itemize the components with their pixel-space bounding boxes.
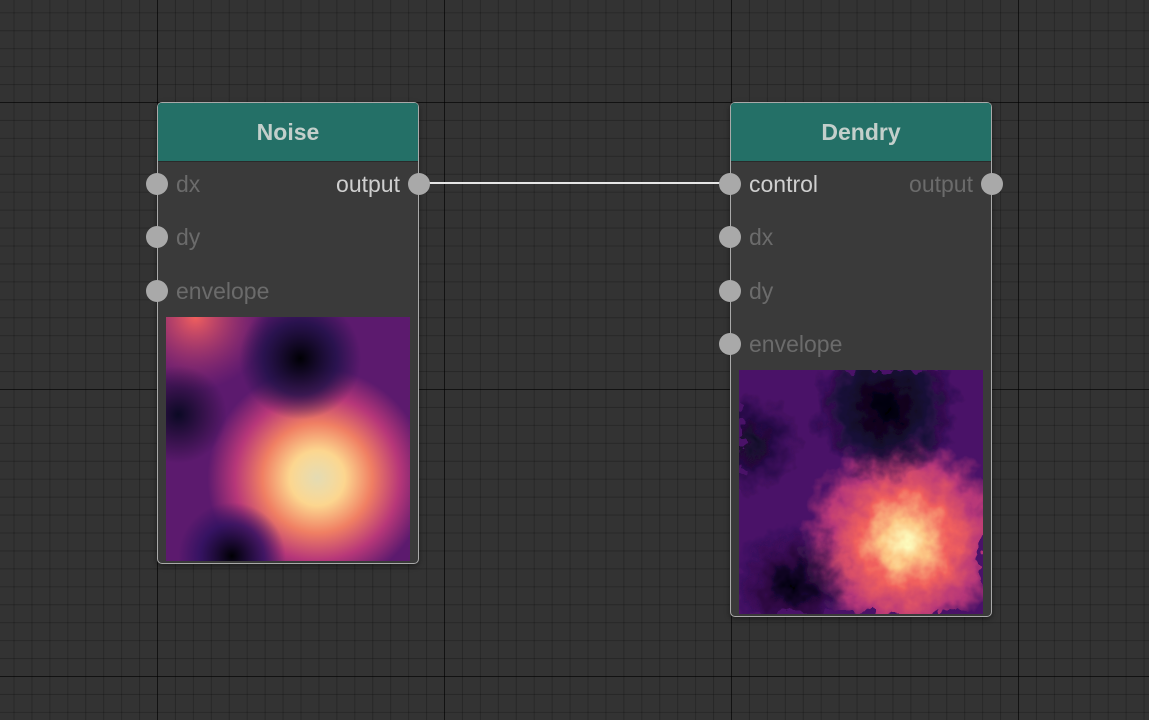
output-label-output: output <box>336 171 400 197</box>
input-label-dx: dx <box>749 224 774 250</box>
dendry-preview-image <box>739 370 983 614</box>
node-dendry-title: Dendry <box>731 103 991 162</box>
node-noise-title: Noise <box>158 103 418 162</box>
node-dendry[interactable]: Dendry control output dx dy envelope <box>719 102 1003 617</box>
input-label-control: control <box>749 171 819 197</box>
input-socket-dx[interactable] <box>719 226 741 248</box>
input-label-dy: dy <box>749 278 774 304</box>
input-socket-envelope[interactable] <box>719 333 741 355</box>
socket-row-envelope: envelope <box>146 278 418 304</box>
input-socket-envelope[interactable] <box>146 280 168 302</box>
input-socket-dy[interactable] <box>146 226 168 248</box>
input-socket-dy[interactable] <box>719 280 741 302</box>
input-label-envelope: envelope <box>176 278 270 304</box>
noise-preview-image <box>166 317 410 561</box>
input-label-envelope: envelope <box>749 331 843 357</box>
input-label-dx: dx <box>176 171 201 197</box>
socket-row-dy: dy <box>146 224 418 250</box>
socket-row-envelope: envelope <box>719 331 991 357</box>
socket-row-dx: dx <box>719 224 991 250</box>
output-label-output: output <box>909 171 973 197</box>
input-socket-control[interactable] <box>719 173 741 195</box>
node-graph-canvas[interactable]: Noise dx output dy envelope Dendry contr… <box>0 0 1149 720</box>
socket-row-dx: dx output <box>146 171 430 197</box>
node-noise[interactable]: Noise dx output dy envelope <box>146 102 430 564</box>
input-socket-dx[interactable] <box>146 173 168 195</box>
socket-row-dy: dy <box>719 278 991 304</box>
output-socket-output[interactable] <box>981 173 1003 195</box>
socket-row-control: control output <box>719 171 1003 197</box>
input-label-dy: dy <box>176 224 201 250</box>
output-socket-output[interactable] <box>408 173 430 195</box>
